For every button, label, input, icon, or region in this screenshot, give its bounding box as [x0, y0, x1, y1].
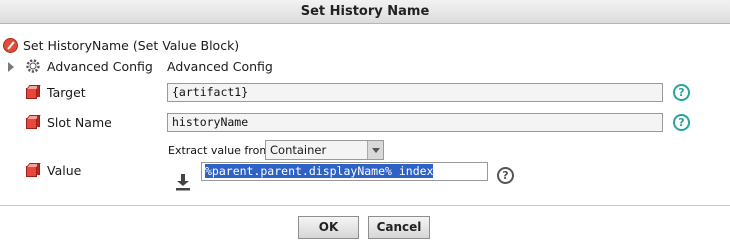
slot-name-help-icon[interactable]: ?: [673, 114, 690, 131]
download-icon[interactable]: [175, 173, 191, 191]
gear-icon: [26, 59, 40, 73]
value-label: Value: [47, 162, 82, 178]
extract-value-select[interactable]: Container: [265, 140, 384, 160]
slot-name-label: Slot Name: [47, 114, 112, 130]
block-header: Set HistoryName (Set Value Block): [3, 36, 239, 54]
ok-button[interactable]: OK: [298, 216, 359, 239]
extract-value-label: Extract value from:: [168, 144, 274, 157]
target-help-icon[interactable]: ?: [673, 84, 690, 101]
advanced-config-row: Advanced Config Advanced Config: [0, 54, 730, 80]
slot-name-field[interactable]: historyName: [167, 113, 663, 132]
dialog-title: Set History Name: [0, 0, 730, 24]
value-selected-text: %parent.parent.displayName% index: [205, 164, 434, 178]
extract-value-selected: Container: [270, 143, 327, 157]
slot-name-label-cell: Slot Name: [26, 109, 112, 135]
cancel-button[interactable]: Cancel: [368, 216, 430, 239]
chevron-down-icon[interactable]: [367, 141, 383, 159]
value-help-icon[interactable]: ?: [497, 167, 514, 184]
target-label-cell: Target: [26, 79, 86, 105]
set-value-block-icon: [3, 37, 18, 53]
slot-cube-icon: [26, 163, 41, 177]
expand-triangle-icon[interactable]: [8, 62, 14, 72]
value-label-cell: Value: [26, 157, 81, 183]
block-label: Set HistoryName (Set Value Block): [23, 37, 240, 53]
footer-divider: [0, 205, 730, 206]
target-field[interactable]: {artifact1}: [167, 83, 663, 102]
target-label: Target: [47, 84, 86, 100]
slot-cube-icon: [26, 85, 41, 99]
slot-cube-icon: [26, 115, 41, 129]
value-field[interactable]: %parent.parent.displayName% index: [201, 162, 488, 181]
advanced-config-value: Advanced Config: [167, 59, 273, 74]
advanced-config-label: Advanced Config: [47, 59, 153, 74]
